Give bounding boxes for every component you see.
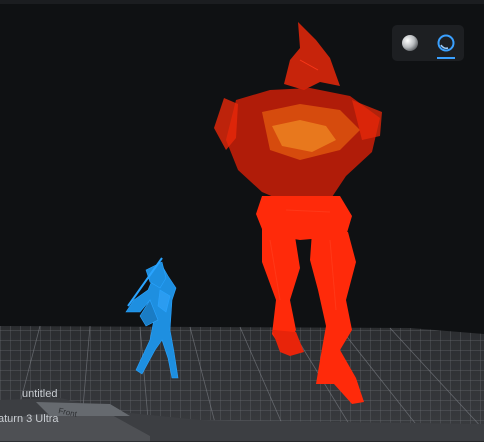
solid-view-button[interactable] xyxy=(396,29,424,57)
project-name: untitled xyxy=(22,388,58,400)
build-plate: Front xyxy=(0,325,484,442)
3d-viewport[interactable]: Front xyxy=(0,0,484,442)
top-strip xyxy=(0,0,484,4)
xray-view-button[interactable] xyxy=(432,29,460,59)
sphere-solid-icon xyxy=(402,35,418,51)
printer-name: aturn 3 Ultra xyxy=(0,413,59,425)
sphere-xray-icon xyxy=(437,34,455,52)
active-indicator xyxy=(437,57,455,59)
view-mode-toggle xyxy=(392,25,464,61)
